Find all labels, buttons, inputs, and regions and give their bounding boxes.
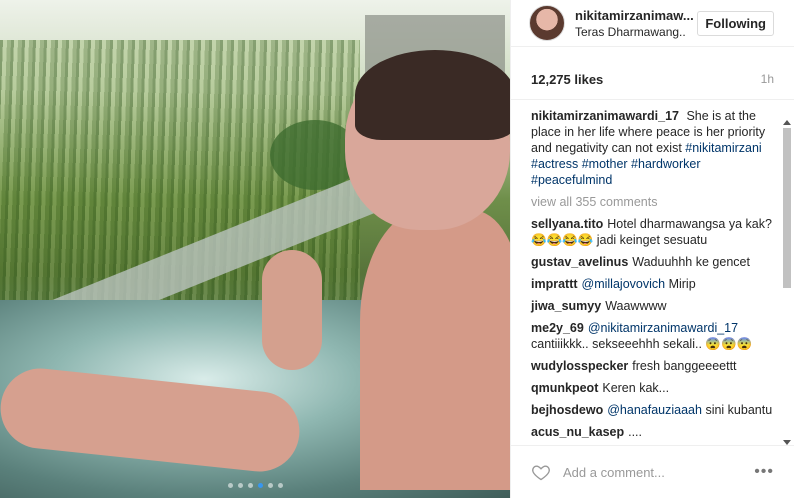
comment-item: wudylosspecker fresh banggeeeettt [531, 358, 774, 374]
caption: nikitamirzanimawardi_17 She is at the pl… [531, 108, 774, 188]
carousel-dot[interactable] [227, 483, 233, 488]
comment-text: cantiiikkk.. sekseeehhh sekali.. 😨😨😨 [531, 337, 753, 351]
comment-item: sellyana.tito Hotel dharmawangsa ya kak? … [531, 216, 774, 248]
comment-mention[interactable]: @hanafauziaaah [607, 403, 702, 417]
comment-text: Mirip [668, 277, 696, 291]
carousel-dot[interactable] [247, 483, 253, 488]
comment-item: jiwa_sumyy Waawwww [531, 298, 774, 314]
comment-username[interactable]: acus_nu_kasep [531, 425, 624, 439]
scroll-up-arrow-icon[interactable] [783, 120, 791, 125]
scrollbar-thumb[interactable] [783, 128, 791, 288]
carousel-dot[interactable] [237, 483, 243, 488]
post-sidebar: nikitamirzanimaw... Teras Dharmawang.. F… [510, 0, 794, 498]
author-info: nikitamirzanimaw... Teras Dharmawang.. [575, 8, 697, 39]
post-header: nikitamirzanimaw... Teras Dharmawang.. F… [511, 0, 794, 47]
comment-mention[interactable]: @millajovovich [582, 277, 666, 291]
following-button[interactable]: Following [697, 10, 774, 36]
comment-username[interactable]: sellyana.tito [531, 217, 603, 231]
comment-text: sini kubantu [705, 403, 773, 417]
comment-item: me2y_69 @nikitamirzanimawardi_17 cantiiik… [531, 320, 774, 352]
carousel-dot[interactable] [277, 483, 283, 488]
comment-text: Waduuhhh ke gencet [632, 255, 750, 269]
post-photo[interactable] [0, 0, 510, 498]
carousel-indicator [0, 483, 510, 488]
person-body [360, 210, 510, 490]
comment-text: .... [628, 425, 643, 439]
comment-bar: ••• [511, 445, 794, 498]
caption-username[interactable]: nikitamirzanimawardi_17 [531, 109, 679, 123]
comment-username[interactable]: bejhosdewo [531, 403, 603, 417]
carousel-dot[interactable] [257, 483, 263, 488]
comment-username[interactable]: imprattt [531, 277, 578, 291]
avatar[interactable] [529, 5, 565, 41]
comment-item: gustav_avelinus Waduuhhh ke gencet [531, 254, 774, 270]
comment-username[interactable]: me2y_69 [531, 321, 584, 335]
heart-icon[interactable] [531, 462, 551, 482]
author-username[interactable]: nikitamirzanimaw... [575, 8, 697, 23]
comment-item: imprattt @millajovovich Mirip [531, 276, 774, 292]
comment-mention[interactable]: @nikitamirzanimawardi_17 [588, 321, 738, 335]
post-location[interactable]: Teras Dharmawang.. [575, 25, 697, 39]
comment-item: qmunkpeot Keren kak... [531, 380, 774, 396]
add-comment-input[interactable] [561, 463, 755, 481]
person-hair [355, 50, 510, 140]
likes-count[interactable]: 12,275 likes [531, 72, 603, 87]
person-hand [262, 250, 322, 370]
comments-scrollbar[interactable] [782, 120, 792, 445]
post-meta: 12,275 likes 1h [511, 47, 794, 100]
comment-item: bejhosdewo @hanafauziaaah sini kubantu [531, 402, 774, 418]
comment-text: Keren kak... [602, 381, 670, 395]
comment-text: Waawwww [605, 299, 667, 313]
carousel-dot[interactable] [267, 483, 273, 488]
comment-username[interactable]: jiwa_sumyy [531, 299, 601, 313]
comment-username[interactable]: wudylosspecker [531, 359, 628, 373]
comments-list[interactable]: nikitamirzanimawardi_17 She is at the pl… [511, 100, 794, 448]
comment-username[interactable]: qmunkpeot [531, 381, 598, 395]
comment-text: fresh banggeeeettt [632, 359, 737, 373]
comment-entries: sellyana.tito Hotel dharmawangsa ya kak? … [531, 216, 774, 440]
view-all-comments-link[interactable]: view all 355 comments [531, 194, 774, 210]
comment-username[interactable]: gustav_avelinus [531, 255, 628, 269]
post-timestamp[interactable]: 1h [761, 72, 774, 87]
comment-item: acus_nu_kasep.... [531, 424, 774, 440]
more-options-icon[interactable]: ••• [754, 463, 774, 481]
instagram-post: nikitamirzanimaw... Teras Dharmawang.. F… [0, 0, 794, 498]
